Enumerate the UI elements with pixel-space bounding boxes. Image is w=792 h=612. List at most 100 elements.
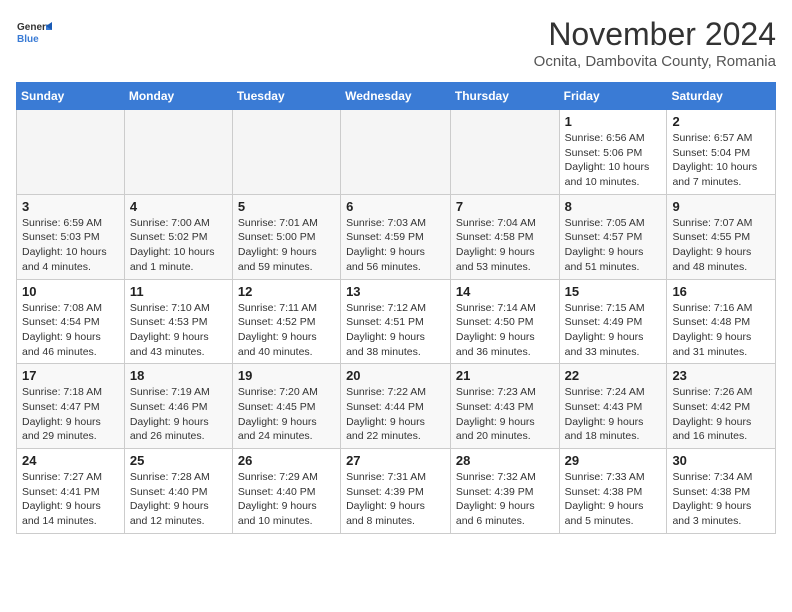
day-info: Sunrise: 6:59 AM Sunset: 5:03 PM Dayligh…: [22, 216, 119, 275]
calendar-day: 3 Sunrise: 6:59 AM Sunset: 5:03 PM Daylig…: [17, 194, 125, 279]
day-number: 26: [238, 453, 335, 468]
calendar-day: 30 Sunrise: 7:34 AM Sunset: 4:38 PM Dayli…: [667, 449, 776, 534]
calendar-day: 16Sunrise: 7:16 AM Sunset: 4:48 PM Dayli…: [667, 279, 776, 364]
day-info: Sunrise: 7:23 AM Sunset: 4:43 PM Dayligh…: [456, 385, 554, 444]
location-title: Ocnita, Dambovita County, Romania: [534, 53, 776, 70]
calendar-day: [17, 110, 125, 195]
calendar-day: 6 Sunrise: 7:03 AM Sunset: 4:59 PM Daylig…: [341, 194, 451, 279]
calendar-week-row: 24 Sunrise: 7:27 AM Sunset: 4:41 PM Dayli…: [17, 449, 776, 534]
day-info: Sunrise: 7:00 AM Sunset: 5:02 PM Dayligh…: [130, 216, 227, 275]
day-info: Sunrise: 7:18 AM Sunset: 4:47 PM Dayligh…: [22, 385, 119, 444]
calendar-week-row: 10 Sunrise: 7:08 AM Sunset: 4:54 PM Dayli…: [17, 279, 776, 364]
calendar-day: 4 Sunrise: 7:00 AM Sunset: 5:02 PM Daylig…: [124, 194, 232, 279]
title-area: November 2024 Ocnita, Dambovita County, …: [534, 16, 776, 70]
calendar-day: 12 Sunrise: 7:11 AM Sunset: 4:52 PM Dayli…: [232, 279, 340, 364]
day-number: 1: [565, 114, 662, 129]
day-info: Sunrise: 7:14 AM Sunset: 4:50 PM Dayligh…: [456, 301, 554, 360]
day-number: 12: [238, 284, 335, 299]
calendar-day: 11Sunrise: 7:10 AM Sunset: 4:53 PM Dayli…: [124, 279, 232, 364]
logo-icon: General Blue: [16, 16, 52, 52]
calendar-day: 5 Sunrise: 7:01 AM Sunset: 5:00 PM Daylig…: [232, 194, 340, 279]
column-header-saturday: Saturday: [667, 83, 776, 110]
day-number: 30: [672, 453, 770, 468]
column-header-wednesday: Wednesday: [341, 83, 451, 110]
calendar-day: 7 Sunrise: 7:04 AM Sunset: 4:58 PM Daylig…: [450, 194, 559, 279]
column-header-tuesday: Tuesday: [232, 83, 340, 110]
svg-text:Blue: Blue: [17, 34, 39, 45]
page-header: General Blue November 2024 Ocnita, Dambo…: [16, 16, 776, 70]
day-info: Sunrise: 7:15 AM Sunset: 4:49 PM Dayligh…: [565, 301, 662, 360]
day-info: Sunrise: 7:34 AM Sunset: 4:38 PM Dayligh…: [672, 470, 770, 529]
calendar-day: 10 Sunrise: 7:08 AM Sunset: 4:54 PM Dayli…: [17, 279, 125, 364]
day-number: 18: [130, 368, 227, 383]
day-info: Sunrise: 7:01 AM Sunset: 5:00 PM Dayligh…: [238, 216, 335, 275]
day-number: 14: [456, 284, 554, 299]
calendar-day: 21 Sunrise: 7:23 AM Sunset: 4:43 PM Dayli…: [450, 364, 559, 449]
day-info: Sunrise: 7:31 AM Sunset: 4:39 PM Dayligh…: [346, 470, 445, 529]
day-number: 4: [130, 199, 227, 214]
day-info: Sunrise: 7:29 AM Sunset: 4:40 PM Dayligh…: [238, 470, 335, 529]
calendar-day: 22 Sunrise: 7:24 AM Sunset: 4:43 PM Dayli…: [559, 364, 667, 449]
day-info: Sunrise: 7:33 AM Sunset: 4:38 PM Dayligh…: [565, 470, 662, 529]
day-number: 22: [565, 368, 662, 383]
day-info: Sunrise: 7:08 AM Sunset: 4:54 PM Dayligh…: [22, 301, 119, 360]
day-number: 5: [238, 199, 335, 214]
day-number: 8: [565, 199, 662, 214]
day-number: 17: [22, 368, 119, 383]
day-number: 2: [672, 114, 770, 129]
calendar-day: 14 Sunrise: 7:14 AM Sunset: 4:50 PM Dayli…: [450, 279, 559, 364]
day-number: 9: [672, 199, 770, 214]
calendar-day: 27Sunrise: 7:31 AM Sunset: 4:39 PM Dayli…: [341, 449, 451, 534]
day-number: 15: [565, 284, 662, 299]
day-info: Sunrise: 7:28 AM Sunset: 4:40 PM Dayligh…: [130, 470, 227, 529]
calendar-header-row: SundayMondayTuesdayWednesdayThursdayFrid…: [17, 83, 776, 110]
day-info: Sunrise: 7:26 AM Sunset: 4:42 PM Dayligh…: [672, 385, 770, 444]
day-info: Sunrise: 7:12 AM Sunset: 4:51 PM Dayligh…: [346, 301, 445, 360]
calendar-day: 19Sunrise: 7:20 AM Sunset: 4:45 PM Dayli…: [232, 364, 340, 449]
day-info: Sunrise: 7:03 AM Sunset: 4:59 PM Dayligh…: [346, 216, 445, 275]
day-info: Sunrise: 6:56 AM Sunset: 5:06 PM Dayligh…: [565, 131, 662, 190]
day-info: Sunrise: 7:19 AM Sunset: 4:46 PM Dayligh…: [130, 385, 227, 444]
calendar-day: 2 Sunrise: 6:57 AM Sunset: 5:04 PM Daylig…: [667, 110, 776, 195]
calendar-day: 17 Sunrise: 7:18 AM Sunset: 4:47 PM Dayli…: [17, 364, 125, 449]
calendar-day: 26 Sunrise: 7:29 AM Sunset: 4:40 PM Dayli…: [232, 449, 340, 534]
day-number: 7: [456, 199, 554, 214]
day-info: Sunrise: 7:16 AM Sunset: 4:48 PM Dayligh…: [672, 301, 770, 360]
day-number: 29: [565, 453, 662, 468]
month-title: November 2024: [534, 16, 776, 53]
day-info: Sunrise: 7:04 AM Sunset: 4:58 PM Dayligh…: [456, 216, 554, 275]
calendar-week-row: 3 Sunrise: 6:59 AM Sunset: 5:03 PM Daylig…: [17, 194, 776, 279]
column-header-monday: Monday: [124, 83, 232, 110]
column-header-thursday: Thursday: [450, 83, 559, 110]
day-info: Sunrise: 7:07 AM Sunset: 4:55 PM Dayligh…: [672, 216, 770, 275]
day-info: Sunrise: 7:27 AM Sunset: 4:41 PM Dayligh…: [22, 470, 119, 529]
day-info: Sunrise: 7:22 AM Sunset: 4:44 PM Dayligh…: [346, 385, 445, 444]
calendar-day: 20 Sunrise: 7:22 AM Sunset: 4:44 PM Dayli…: [341, 364, 451, 449]
calendar-day: 24 Sunrise: 7:27 AM Sunset: 4:41 PM Dayli…: [17, 449, 125, 534]
calendar-week-row: 17 Sunrise: 7:18 AM Sunset: 4:47 PM Dayli…: [17, 364, 776, 449]
day-info: Sunrise: 7:20 AM Sunset: 4:45 PM Dayligh…: [238, 385, 335, 444]
calendar-day: [232, 110, 340, 195]
day-info: Sunrise: 6:57 AM Sunset: 5:04 PM Dayligh…: [672, 131, 770, 190]
calendar-day: 9 Sunrise: 7:07 AM Sunset: 4:55 PM Daylig…: [667, 194, 776, 279]
calendar-day: 18 Sunrise: 7:19 AM Sunset: 4:46 PM Dayli…: [124, 364, 232, 449]
day-number: 3: [22, 199, 119, 214]
calendar-day: 29 Sunrise: 7:33 AM Sunset: 4:38 PM Dayli…: [559, 449, 667, 534]
logo: General Blue: [16, 16, 52, 52]
day-number: 24: [22, 453, 119, 468]
calendar-day: 8 Sunrise: 7:05 AM Sunset: 4:57 PM Daylig…: [559, 194, 667, 279]
day-number: 6: [346, 199, 445, 214]
day-number: 21: [456, 368, 554, 383]
day-info: Sunrise: 7:24 AM Sunset: 4:43 PM Dayligh…: [565, 385, 662, 444]
calendar-table: SundayMondayTuesdayWednesdayThursdayFrid…: [16, 82, 776, 534]
day-info: Sunrise: 7:05 AM Sunset: 4:57 PM Dayligh…: [565, 216, 662, 275]
day-number: 10: [22, 284, 119, 299]
calendar-day: 13Sunrise: 7:12 AM Sunset: 4:51 PM Dayli…: [341, 279, 451, 364]
calendar-day: 28Sunrise: 7:32 AM Sunset: 4:39 PM Dayli…: [450, 449, 559, 534]
calendar-week-row: 1 Sunrise: 6:56 AM Sunset: 5:06 PM Daylig…: [17, 110, 776, 195]
day-number: 20: [346, 368, 445, 383]
day-info: Sunrise: 7:11 AM Sunset: 4:52 PM Dayligh…: [238, 301, 335, 360]
day-number: 28: [456, 453, 554, 468]
calendar-day: 15 Sunrise: 7:15 AM Sunset: 4:49 PM Dayli…: [559, 279, 667, 364]
calendar-day: [341, 110, 451, 195]
